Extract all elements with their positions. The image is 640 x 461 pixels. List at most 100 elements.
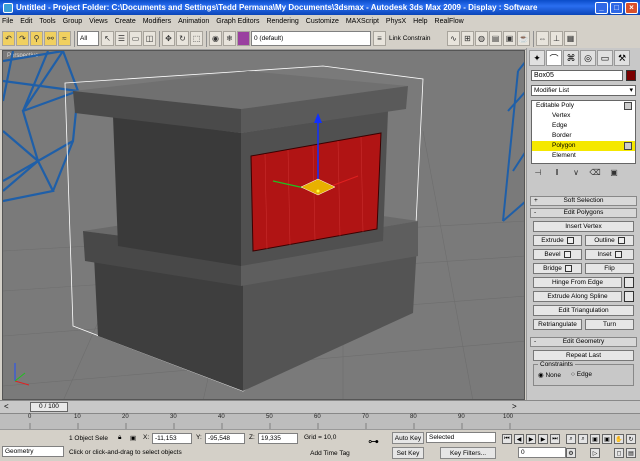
flip-button[interactable]: Flip (585, 263, 634, 274)
settings-icon[interactable] (624, 277, 634, 288)
mirror-icon[interactable]: ⇔ (536, 31, 549, 46)
motion-tab-icon[interactable]: ◎ (580, 50, 596, 66)
pan-icon[interactable]: ✋ (614, 434, 624, 444)
maximize-viewport-icon[interactable]: ◻ (614, 448, 624, 458)
edit-triangulation-button[interactable]: Edit Triangulation (533, 305, 634, 316)
zoom-icon[interactable]: ⌕ (566, 434, 576, 444)
rectangle-selection-icon[interactable]: ▭ (129, 31, 142, 46)
time-slider[interactable]: 0 / 100 (30, 402, 68, 412)
stack-item-border[interactable]: Border (532, 131, 635, 141)
layer-dropdown[interactable]: 0 (default) (251, 31, 371, 46)
lock-selection-icon[interactable]: 🔒︎ (118, 434, 121, 442)
goto-start-icon[interactable]: ⏮ (502, 434, 512, 444)
settings-icon[interactable] (624, 291, 634, 302)
stack-item-editable-poly[interactable]: Editable Poly (532, 101, 635, 111)
layer-manager-icon[interactable]: ≡ (373, 31, 386, 46)
app-icon[interactable] (3, 2, 13, 13)
select-object-icon[interactable]: ↖ (101, 31, 114, 46)
field-of-view-icon[interactable]: ▷ (590, 448, 600, 458)
goto-end-icon[interactable]: ⏭ (550, 434, 560, 444)
next-frame-icon[interactable]: ▶ (538, 434, 548, 444)
select-rotate-icon[interactable]: ↻ (176, 31, 189, 46)
rollout-edit-polygons[interactable]: - Edit Polygons (530, 208, 637, 218)
object-color-swatch[interactable] (626, 70, 636, 81)
perspective-viewport[interactable]: Perspective (2, 50, 525, 400)
link-constrain-button[interactable]: Link Constrain (387, 31, 445, 46)
add-time-tag[interactable]: Add Time Tag (300, 447, 360, 459)
key-filters-button[interactable]: Key Filters... (440, 447, 496, 459)
bind-space-warp-icon[interactable]: ≈ (58, 31, 71, 46)
outline-button[interactable]: Outline (585, 235, 634, 246)
undo-icon[interactable]: ↶ (2, 31, 15, 46)
constraint-none-radio[interactable]: ◉ None (538, 371, 561, 379)
hinge-from-edge-button[interactable]: Hinge From Edge (533, 277, 622, 288)
zoom-all-icon[interactable]: ⌕ (578, 434, 588, 444)
graphite-icon[interactable]: ▦ (564, 31, 577, 46)
object-name-field[interactable]: Box05 (531, 70, 623, 81)
stack-item-vertex[interactable]: Vertex (532, 111, 635, 121)
repeat-last-button[interactable]: Repeat Last (533, 350, 634, 361)
turn-button[interactable]: Turn (585, 319, 634, 330)
set-key-button[interactable]: Set Key (392, 447, 424, 459)
layer-freeze-icon[interactable]: ❄ (223, 31, 236, 46)
stack-item-polygon[interactable]: Polygon (532, 141, 635, 151)
settings-icon[interactable] (617, 237, 625, 244)
utilities-tab-icon[interactable]: ⚒ (614, 50, 630, 66)
time-slider-track[interactable]: < 0 / 100 > (0, 400, 640, 413)
zoom-extents-all-icon[interactable]: ▣ (602, 434, 612, 444)
previous-frame-icon[interactable]: ◀ (514, 434, 524, 444)
zoom-extents-icon[interactable]: ▣ (590, 434, 600, 444)
modifier-list-dropdown[interactable]: Modifier List (531, 85, 636, 96)
time-prev-icon[interactable]: < (4, 402, 9, 411)
bevel-button[interactable]: Bevel (533, 249, 582, 260)
layer-visibility-icon[interactable]: ◉ (209, 31, 222, 46)
x-coordinate-field[interactable]: -11,153 (152, 433, 192, 444)
play-icon[interactable]: ▶ (526, 434, 536, 444)
settings-icon[interactable] (563, 251, 571, 258)
quick-render-icon[interactable]: ☕ (517, 31, 530, 46)
pin-stack-icon[interactable]: ⊣ (531, 168, 545, 180)
key-icon[interactable]: ⊶ (368, 435, 379, 448)
select-by-name-icon[interactable]: ☰ (115, 31, 128, 46)
menu-edit[interactable]: Edit (20, 18, 32, 25)
menu-maxscript[interactable]: MAXScript (346, 18, 379, 25)
stack-toggle-icon[interactable] (624, 142, 632, 150)
min-max-toggle-icon[interactable]: ▤ (626, 448, 636, 458)
display-tab-icon[interactable]: ▭ (597, 50, 613, 66)
z-coordinate-field[interactable]: 19,335 (258, 433, 298, 444)
auto-key-button[interactable]: Auto Key (392, 432, 424, 444)
bridge-button[interactable]: Bridge (533, 263, 582, 274)
arc-rotate-icon[interactable]: ↻ (626, 434, 636, 444)
track-bar[interactable]: 0 10 20 30 40 50 60 70 80 90 100 (0, 413, 640, 430)
hierarchy-tab-icon[interactable]: ⌘ (563, 50, 579, 66)
menu-create[interactable]: Create (115, 18, 136, 25)
menu-physx[interactable]: PhysX (386, 18, 406, 25)
maxscript-listener[interactable]: Geometry (2, 446, 64, 457)
material-editor-icon[interactable]: ◍ (475, 31, 488, 46)
time-config-icon[interactable]: ⚙ (566, 448, 576, 458)
schematic-view-icon[interactable]: ⊞ (461, 31, 474, 46)
align-icon[interactable]: ⊥ (550, 31, 563, 46)
extrude-along-spline-button[interactable]: Extrude Along Spline (533, 291, 622, 302)
body-front-face[interactable] (113, 116, 241, 266)
menu-modifiers[interactable]: Modifiers (143, 18, 171, 25)
render-setup-icon[interactable]: ▤ (489, 31, 502, 46)
curve-editor-icon[interactable]: ∿ (447, 31, 460, 46)
remove-modifier-icon[interactable]: ⌫ (588, 168, 602, 180)
window-crossing-icon[interactable]: ◫ (143, 31, 156, 46)
minimize-button[interactable]: _ (595, 1, 608, 14)
insert-vertex-button[interactable]: Insert Vertex (533, 221, 634, 232)
modify-tab-icon[interactable]: ⌒ (546, 50, 562, 66)
stack-item-element[interactable]: Element (532, 151, 635, 161)
rollout-soft-selection[interactable]: + Soft Selection (530, 196, 637, 206)
inset-button[interactable]: Inset (585, 249, 634, 260)
time-next-icon[interactable]: > (512, 402, 517, 411)
menu-tools[interactable]: Tools (39, 18, 55, 25)
make-unique-icon[interactable]: ∨ (569, 168, 583, 180)
menu-animation[interactable]: Animation (178, 18, 209, 25)
settings-icon[interactable] (564, 265, 572, 272)
menu-views[interactable]: Views (89, 18, 108, 25)
redo-icon[interactable]: ↷ (16, 31, 29, 46)
extrude-button[interactable]: Extrude (533, 235, 582, 246)
menu-realflow[interactable]: RealFlow (435, 18, 464, 25)
